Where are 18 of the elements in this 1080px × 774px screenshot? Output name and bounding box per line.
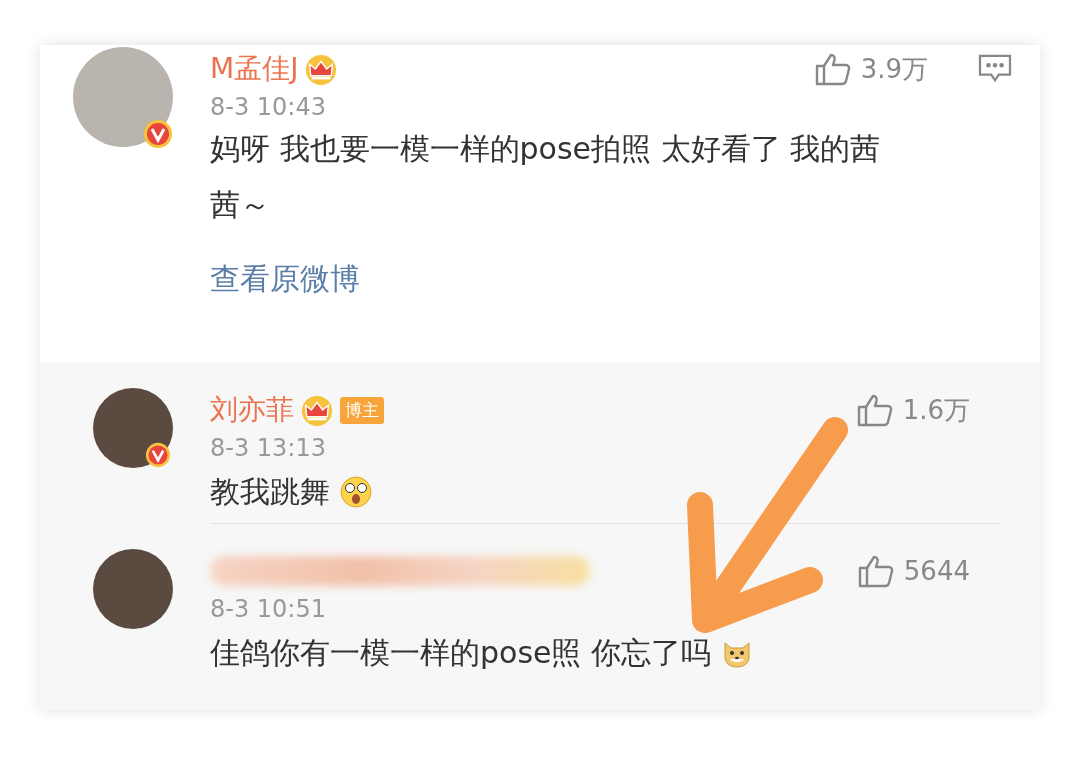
- comment-time: 8-3 13:13: [210, 434, 327, 462]
- username[interactable]: 刘亦菲: [210, 391, 294, 429]
- blogger-badge: 博主: [340, 396, 384, 424]
- comment-text: 教我跳舞: [210, 473, 330, 511]
- comment-time: 8-3 10:43: [210, 93, 327, 121]
- thumbs-up-icon: [857, 554, 894, 588]
- like-count: 3.9万: [860, 52, 928, 86]
- view-original-link[interactable]: 查看原微博: [210, 259, 360, 300]
- username[interactable]: M孟佳J: [210, 50, 299, 88]
- shocked-face-emoji: [340, 476, 372, 508]
- thumbs-up-icon: [814, 52, 851, 86]
- like-count: 1.6万: [902, 393, 970, 427]
- comment-icon[interactable]: [978, 54, 1012, 84]
- comment-time: 8-3 10:51: [210, 595, 327, 623]
- comment-text: 佳鸽你有一模一样的pose照 你忘了吗: [210, 634, 712, 672]
- like-count: 5644: [903, 556, 970, 586]
- comment-text: 妈呀 我也要一模一样的pose拍照 太好看了 我的茜茜～: [210, 130, 882, 224]
- thumbs-up-icon: [856, 393, 893, 427]
